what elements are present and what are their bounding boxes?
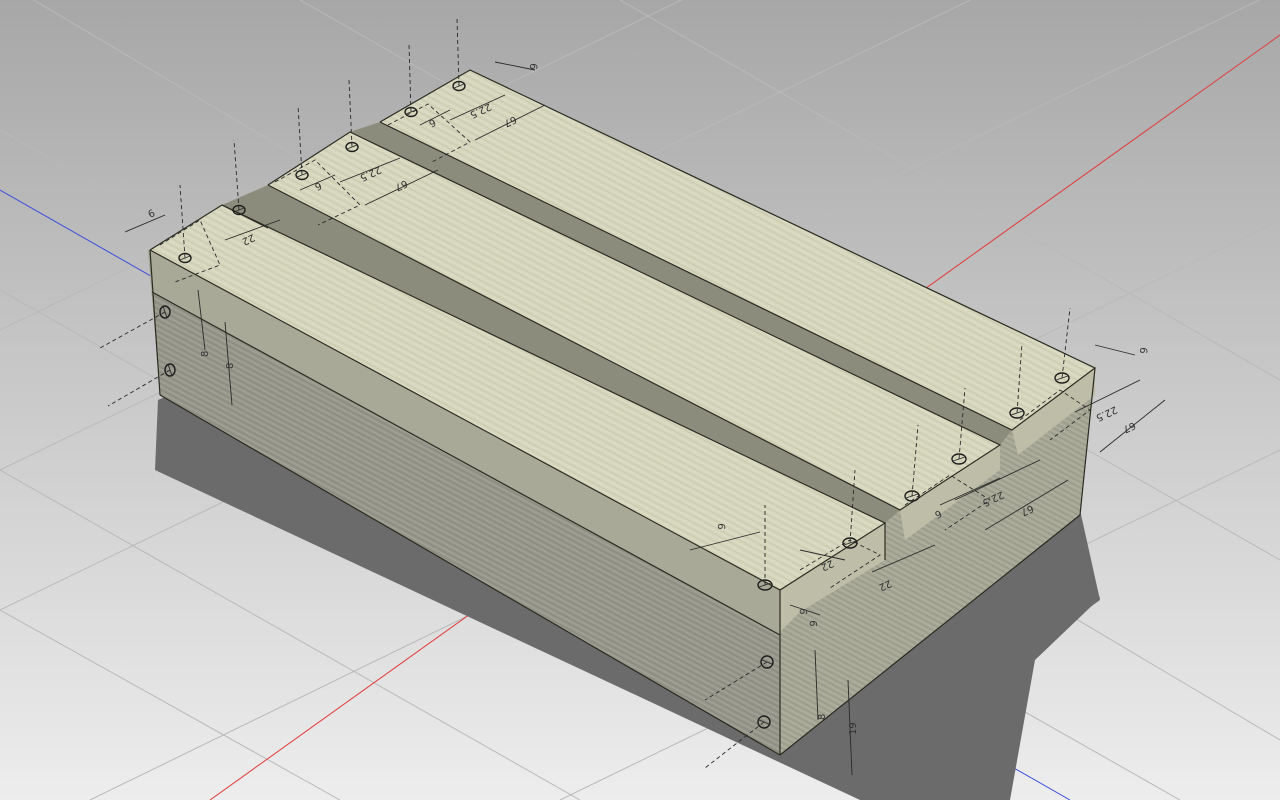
dim-label: 19: [848, 722, 859, 735]
dim-label: 8: [225, 363, 236, 369]
dim-label: 6: [715, 523, 727, 530]
dim-label: 6: [797, 608, 809, 615]
dim-label: 6: [527, 63, 539, 70]
dim-label: 6: [1137, 347, 1149, 354]
dim-label: 8: [817, 714, 828, 720]
dim-label: 8: [200, 351, 211, 357]
cad-scene[interactable]: 6 22 6 22.5 67 6 22.5 67 6 8 8 6 22 22 6…: [0, 0, 1280, 800]
dim-label: 6: [807, 620, 819, 627]
3d-viewport[interactable]: 6 22 6 22.5 67 6 22.5 67 6 8 8 6 22 22 6…: [0, 0, 1280, 800]
